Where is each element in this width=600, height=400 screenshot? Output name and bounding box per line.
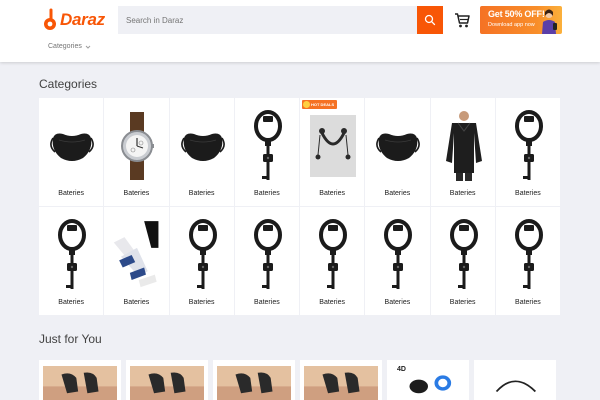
category-tile[interactable]: Bateries [495, 98, 561, 207]
category-tile[interactable]: HOT DEALS Bateries [300, 98, 366, 207]
category-tile[interactable]: Bateries [234, 98, 300, 207]
site-header: Daraz Get 50% OFF! Download app now C [0, 0, 600, 62]
category-tile[interactable]: Bateries [430, 207, 496, 316]
categories-dropdown-label: Categories [48, 43, 82, 50]
just-for-you-row: 4D [39, 360, 561, 400]
category-label: Bateries [384, 190, 411, 197]
hot-deals-badge: HOT DEALS [302, 100, 338, 109]
category-tile[interactable]: Bateries [169, 207, 235, 316]
product-card[interactable] [39, 360, 121, 400]
category-label: Bateries [319, 190, 345, 197]
product-card[interactable]: 4D [387, 360, 469, 400]
category-label: Bateries [449, 190, 476, 197]
category-tile[interactable]: Bateries [365, 207, 431, 316]
category-label: Bateries [254, 299, 280, 306]
shoes-photo [43, 366, 117, 400]
ring-light-icon [243, 106, 293, 186]
daraz-logo[interactable]: Daraz [44, 6, 105, 34]
ring-light-icon [308, 215, 358, 295]
ring-light-icon [47, 215, 97, 295]
app-download-banner[interactable]: Get 50% OFF! Download app now [480, 6, 562, 34]
brand-name: Daraz [60, 10, 105, 29]
category-tile[interactable]: Bateries [104, 98, 170, 207]
wrist-watch-icon [112, 106, 162, 186]
category-label: Bateries [515, 190, 541, 197]
ring-light-icon [373, 215, 423, 295]
black-sweater-icon [439, 106, 489, 186]
product-card[interactable] [126, 360, 208, 400]
black-mask-icon [47, 106, 97, 186]
just-for-you-heading: Just for You [39, 332, 102, 346]
shoes-photo [217, 366, 291, 400]
promo-title: Get 50% OFF! [488, 9, 545, 19]
category-tile[interactable]: Bateries [39, 207, 105, 316]
categories-heading: Categories [39, 77, 98, 91]
category-tile[interactable]: Bateries [430, 98, 496, 207]
category-tile[interactable]: Bateries [104, 207, 170, 316]
neckband-earphone-icon [308, 106, 358, 186]
category-label: Bateries [384, 299, 411, 306]
promo-subtitle: Download app now [488, 22, 535, 28]
categories-grid: Bateries Bateries Bateries Bateries HOT DEAL… [39, 98, 561, 316]
category-tile[interactable]: Bateries [495, 207, 561, 316]
category-label: Bateries [58, 299, 84, 306]
ring-light-icon [504, 215, 554, 295]
category-label: Bateries [123, 299, 150, 306]
search-bar [118, 6, 443, 34]
category-label: Bateries [254, 190, 280, 197]
ring-light-icon [243, 215, 293, 295]
category-tile[interactable]: Bateries [169, 98, 235, 207]
cart-button[interactable] [454, 11, 470, 29]
ring-light-icon [504, 106, 554, 186]
categories-dropdown[interactable]: Categories [48, 43, 91, 50]
product-card[interactable] [300, 360, 382, 400]
search-button[interactable] [417, 6, 443, 34]
daraz-logo-icon [44, 8, 58, 32]
ring-light-icon [439, 215, 489, 295]
category-label: Bateries [319, 299, 345, 306]
earphone-photo [478, 366, 552, 400]
category-label: Bateries [188, 190, 215, 197]
category-label: Bateries [449, 299, 476, 306]
shoes-photo [130, 366, 204, 400]
search-input[interactable] [118, 6, 417, 34]
search-icon [424, 14, 436, 26]
cart-icon [455, 13, 470, 28]
category-label: Bateries [515, 299, 541, 306]
product-card[interactable] [474, 360, 556, 400]
category-tile[interactable]: Bateries [365, 98, 431, 207]
product-badge: 4D [397, 366, 406, 373]
category-tile[interactable]: Bateries [300, 207, 366, 316]
product-card[interactable] [213, 360, 295, 400]
chevron-down-icon [85, 45, 91, 49]
category-label: Bateries [58, 190, 84, 197]
category-tile[interactable]: Bateries [234, 207, 300, 316]
category-tile[interactable]: Bateries [39, 98, 105, 207]
category-label: Bateries [123, 190, 150, 197]
ring-light-icon [178, 215, 228, 295]
socks-icon [112, 215, 163, 295]
promo-model-image [542, 9, 557, 34]
black-mask-icon [178, 106, 228, 186]
shoes-photo [304, 366, 378, 400]
black-mask-icon [373, 106, 423, 186]
category-label: Bateries [188, 299, 215, 306]
